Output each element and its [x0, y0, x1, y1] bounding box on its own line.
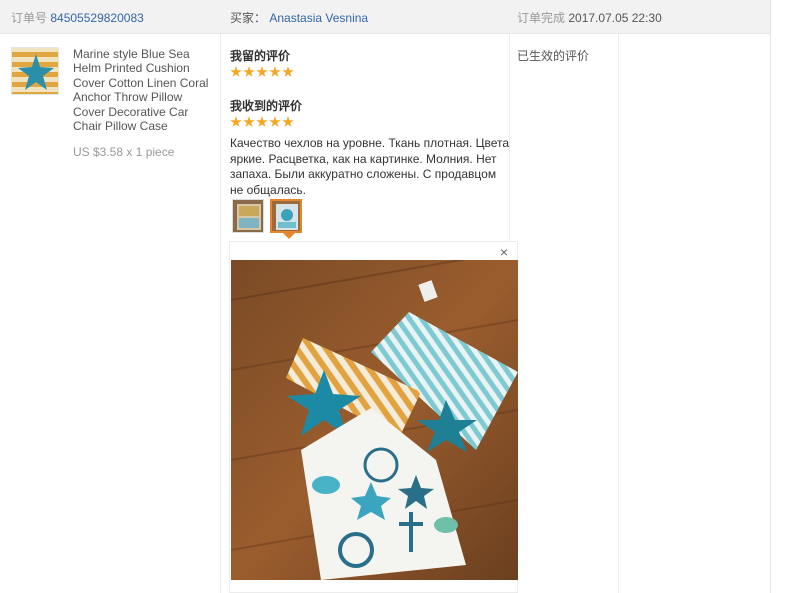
star-icon [269, 66, 281, 77]
effective-review-status: 已生效的评价 [517, 49, 590, 63]
my-rating-stars [230, 66, 294, 78]
star-icon [256, 116, 268, 127]
product-image[interactable] [11, 47, 59, 95]
order-number-link[interactable]: 84505529820083 [50, 11, 143, 25]
star-icon [243, 116, 255, 127]
star-icon [282, 116, 294, 127]
review-photo-large[interactable] [231, 260, 518, 580]
order-completed: 订单完成 2017.07.05 22:30 [517, 9, 662, 26]
star-icon [243, 66, 255, 77]
buyer-label: 买家： [230, 11, 267, 25]
close-icon[interactable]: × [497, 245, 511, 259]
selected-thumbnail-pointer [283, 233, 295, 239]
order-header: 订单号 84505529820083 买家： Anastasia Vesnina… [0, 0, 770, 34]
column-divider [220, 34, 221, 593]
order-completed-label: 订单完成 [517, 11, 566, 25]
order-completed-date: 2017.07.05 22:30 [568, 11, 662, 25]
review-photo-thumbnail[interactable] [232, 199, 264, 233]
product-price: US $3.58 x 1 piece [73, 145, 175, 159]
star-icon [282, 66, 294, 77]
review-photo-thumbnail-selected[interactable] [270, 199, 302, 233]
order-number: 订单号 84505529820083 [11, 9, 144, 26]
star-icon [269, 116, 281, 127]
my-rating-title: 我留的评价 [230, 49, 291, 63]
product-title-link[interactable]: Marine style Blue Sea Helm Printed Cushi… [73, 47, 213, 133]
received-rating-stars [230, 116, 294, 128]
received-rating-title: 我收到的评价 [230, 99, 303, 113]
star-icon [256, 66, 268, 77]
panel-edge [770, 0, 771, 593]
star-icon [230, 66, 242, 77]
buyer: 买家： Anastasia Vesnina [230, 9, 368, 26]
buyer-name-link[interactable]: Anastasia Vesnina [269, 11, 368, 25]
order-number-label: 订单号 [11, 11, 48, 25]
star-icon [230, 116, 242, 127]
review-photo-thumbnails [232, 199, 302, 233]
column-divider [618, 34, 619, 593]
review-text: Качество чехлов на уровне. Ткань плотная… [230, 136, 510, 197]
